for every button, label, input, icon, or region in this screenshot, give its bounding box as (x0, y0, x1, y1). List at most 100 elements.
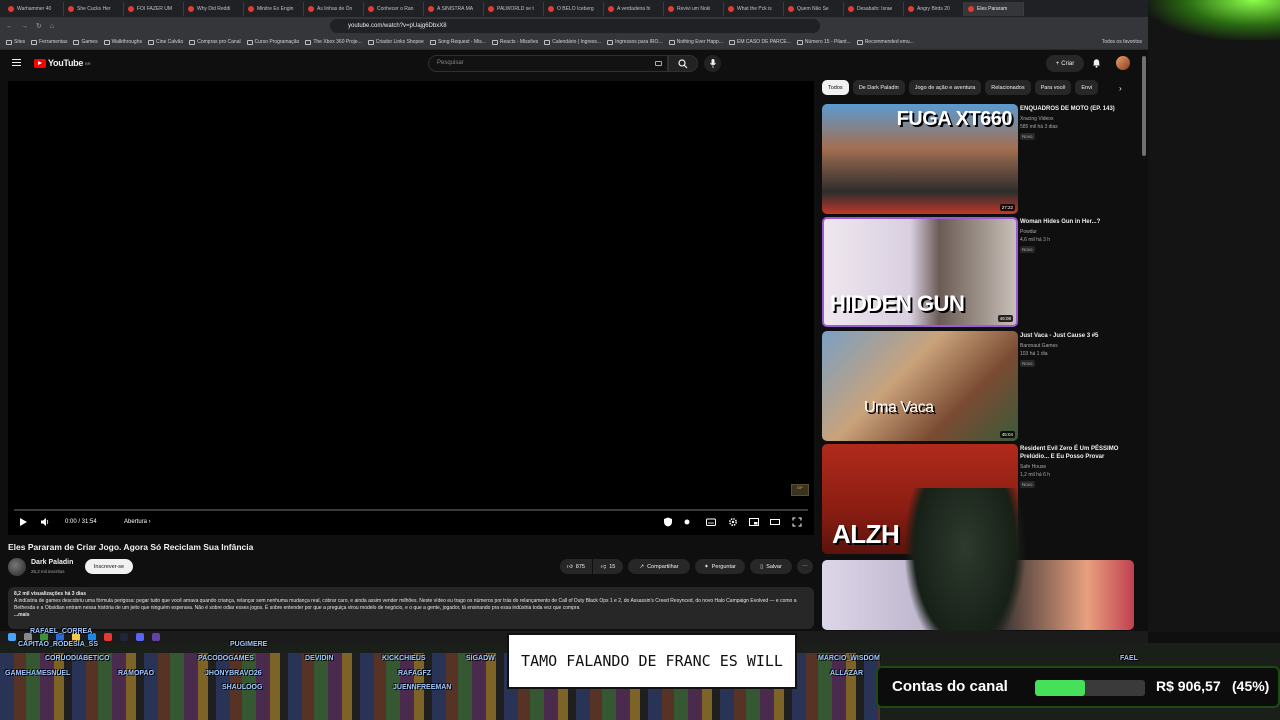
save-button[interactable]: ▯ Salvar (750, 559, 792, 574)
filter-chip[interactable]: Envi (1075, 80, 1099, 95)
reload-icon[interactable]: ↻ (36, 22, 42, 30)
recommendation-item[interactable]: HIDDEN GUN 46:08 Woman Hides Gun in Her.… (822, 217, 1142, 329)
voice-search-button[interactable] (704, 55, 721, 72)
bookmark-item[interactable]: Recommended emu... (856, 39, 914, 45)
more-actions-button[interactable]: ⋯ (797, 559, 813, 574)
filter-chip[interactable]: Jogo de ação e aventura (908, 80, 982, 95)
shield-icon[interactable] (663, 517, 673, 527)
chapter-button[interactable]: Abertura › (124, 519, 151, 525)
bookmark-item[interactable]: Criador Links Shopee (367, 39, 424, 45)
bookmark-item[interactable]: Calendário | Ingress... (544, 39, 601, 45)
viewer-username: SHAULOOG (222, 684, 263, 691)
keyboard-icon[interactable] (655, 61, 662, 66)
bookmark-label: Compras pro Canal (197, 39, 241, 45)
bookmark-item[interactable]: Reacts - Missões (491, 39, 538, 45)
bookmark-item[interactable]: Games (73, 39, 98, 45)
back-icon[interactable]: ← (6, 23, 13, 30)
notifications-bell-icon[interactable] (1092, 58, 1101, 68)
browser-tab[interactable]: What the f*ck is (724, 1, 784, 16)
search-button[interactable] (668, 55, 698, 72)
browser-tab[interactable]: A SINISTRA MA (424, 1, 484, 16)
sparkle-icon: ✦ (704, 563, 709, 570)
youtube-logo[interactable]: YouTube BR (34, 58, 91, 68)
filter-chip[interactable]: Para você (1034, 80, 1072, 95)
browser-tab[interactable]: Warhammer 40 (4, 1, 64, 16)
bookmark-item[interactable]: Compras pro Canal (189, 39, 241, 45)
volume-icon[interactable] (40, 517, 50, 527)
channel-name[interactable]: Dark Paladin (31, 559, 73, 566)
like-button[interactable]: 👍︎ 875 (560, 559, 592, 574)
video-description[interactable]: 8,2 mil visualizações há 3 dias A indúst… (8, 587, 814, 629)
video-thumbnail[interactable]: Uma Vaca 45:04 (822, 331, 1018, 441)
bookmark-item[interactable]: Cine Calvão (147, 39, 183, 45)
browser-tab[interactable]: Minitre Ex Engin (244, 1, 304, 16)
bookmark-item[interactable]: Sites (6, 39, 25, 45)
video-thumbnail[interactable]: HIDDEN GUN 46:08 (822, 217, 1018, 327)
new-badge: Novo (1020, 246, 1035, 253)
dislike-button[interactable]: 👎︎ 15 (593, 559, 623, 574)
forward-icon[interactable]: → (21, 23, 28, 30)
subscribe-button[interactable]: Inscrever-se (85, 559, 133, 574)
tab-favicon-icon (188, 5, 194, 12)
chevron-right-icon[interactable]: › (1119, 84, 1122, 93)
browser-tab[interactable]: Angry Birds 20 (904, 1, 964, 16)
browser-icon[interactable] (104, 633, 112, 641)
video-progress-bar[interactable] (14, 509, 808, 511)
browser-tab[interactable]: Quem Não Se (784, 1, 844, 16)
discord-icon[interactable] (136, 633, 144, 641)
channel-avatar[interactable] (8, 558, 26, 576)
bookmark-item[interactable]: Song Request - Mis... (429, 39, 486, 45)
miniplayer-icon[interactable] (749, 517, 759, 527)
browser-tab[interactable]: Why Did Reddi (184, 1, 244, 16)
browser-tab[interactable]: PALWORLD se t (484, 1, 544, 16)
start-icon[interactable] (8, 633, 16, 641)
video-player[interactable]: DP 0:00 / 31:54 Abertura › (8, 81, 814, 535)
recommendation-item[interactable]: FUGA XT660 27:22 ENQUADROS DE MOTO (EP. … (822, 104, 1142, 216)
recommendation-item[interactable]: Uma Vaca 45:04 Just Vaca - Just Cause 3 … (822, 331, 1142, 443)
autoplay-toggle-icon[interactable] (682, 517, 692, 527)
create-button[interactable]: + Criar (1046, 55, 1084, 72)
home-icon[interactable]: ⌂ (50, 23, 54, 30)
search-input[interactable]: Pesquisar (428, 55, 668, 72)
obs-icon[interactable] (152, 633, 160, 641)
viewer-username: PUGIMERE (230, 641, 268, 648)
share-button[interactable]: ↗ Compartilhar (628, 559, 690, 574)
all-favorites-link[interactable]: Todos os favoritos (1102, 39, 1142, 45)
account-avatar[interactable] (1116, 56, 1130, 70)
page-scrollbar[interactable] (1142, 56, 1146, 156)
bookmark-item[interactable]: The Xbox 360 Proje... (305, 39, 362, 45)
bookmark-item[interactable]: Ferramentas (31, 39, 67, 45)
browser-tab[interactable]: As linhas de Ón (304, 1, 364, 16)
play-icon[interactable] (18, 517, 28, 527)
url-input[interactable]: youtube.com/watch?v=pUajg6DbxX8 (330, 19, 820, 33)
subtitles-icon[interactable] (706, 517, 716, 527)
browser-tab[interactable]: FOI FAZER UM (124, 1, 184, 16)
fullscreen-icon[interactable] (792, 517, 802, 527)
browser-tab[interactable]: Eles Pararam (964, 1, 1024, 16)
bookmark-item[interactable]: Nothing Ever Happ... (668, 39, 723, 45)
bookmark-item[interactable]: Walkthroughs (103, 39, 142, 45)
browser-tab[interactable]: Revivi um Noki (664, 1, 724, 16)
recommendation-title: Just Vaca - Just Cause 3 #5 (1020, 333, 1099, 339)
ask-button[interactable]: ✦ Perguntar (695, 559, 745, 574)
bookmark-item[interactable]: Número 15 - Pilant... (796, 39, 851, 45)
browser-tab[interactable]: O BELO Iceberg (544, 1, 604, 16)
browser-tab[interactable]: She Cucks Her (64, 1, 124, 16)
bookmark-item[interactable]: Ingressos para IRO... (607, 39, 663, 45)
tab-label: FOI FAZER UM (137, 5, 172, 12)
theater-mode-icon[interactable] (770, 517, 780, 527)
show-more-link[interactable]: ...mais (14, 612, 808, 619)
browser-tab[interactable]: A verdadeira hi (604, 1, 664, 16)
filter-chip[interactable]: Relacionados (985, 80, 1031, 95)
settings-gear-icon[interactable] (728, 517, 738, 527)
menu-icon[interactable] (12, 59, 21, 66)
filter-chip[interactable]: De Dark Paladin (852, 80, 905, 95)
video-thumbnail[interactable]: FUGA XT660 27:22 (822, 104, 1018, 214)
new-badge: Novo (1020, 360, 1035, 367)
browser-tab[interactable]: Desabafo: Israe (844, 1, 904, 16)
bookmark-item[interactable]: Curso Programação (246, 39, 299, 45)
steam-icon[interactable] (120, 633, 128, 641)
bookmark-item[interactable]: EM CASO DE PARCE... (729, 39, 791, 45)
filter-chip[interactable]: Todos (822, 80, 849, 95)
browser-tab[interactable]: Conhecer o Ran (364, 1, 424, 16)
